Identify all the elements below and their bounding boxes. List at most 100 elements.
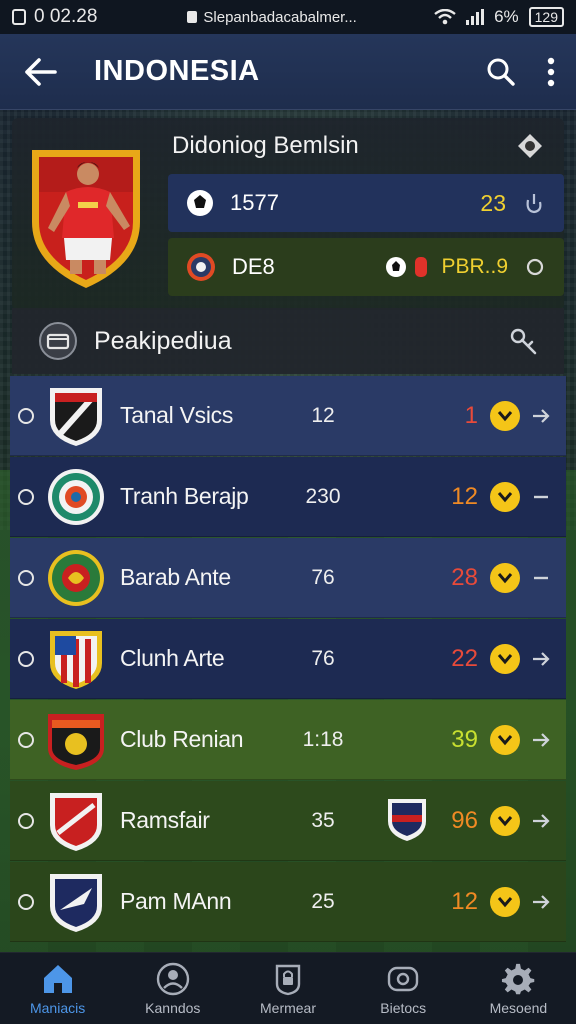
profile-icon bbox=[156, 962, 189, 995]
team-value: 76 bbox=[311, 646, 335, 670]
stat-score: 23 bbox=[480, 189, 506, 216]
team-badge-icon bbox=[50, 793, 102, 851]
team-score: 22 bbox=[451, 644, 478, 672]
team-badge-icon bbox=[48, 714, 104, 770]
arrow-right-icon[interactable] bbox=[530, 810, 552, 832]
arrow-right-icon[interactable] bbox=[530, 405, 552, 427]
radio-button[interactable] bbox=[18, 650, 34, 667]
notification-icon bbox=[12, 9, 26, 25]
team-score: 96 bbox=[451, 806, 478, 834]
team-name: Ramsfair bbox=[120, 807, 210, 833]
radio-button[interactable] bbox=[18, 812, 34, 829]
team-name: Barab Ante bbox=[120, 564, 231, 590]
team-name: Tanal Vsics bbox=[120, 402, 234, 428]
ball-icon bbox=[386, 257, 407, 277]
home-icon bbox=[43, 964, 72, 993]
team-score: 12 bbox=[451, 887, 478, 915]
status-bar: 0 02.28 Slepanbadacabalmer... 6% 129 bbox=[0, 0, 576, 34]
team-badge-icon bbox=[48, 469, 104, 525]
radio-button[interactable] bbox=[18, 569, 34, 586]
team-value: 25 bbox=[311, 889, 335, 913]
team-score: 1 bbox=[464, 401, 478, 429]
radio-button[interactable] bbox=[18, 407, 34, 424]
app-bar: INDONESIA bbox=[0, 34, 576, 110]
player-stat-row: DE8 PBR..9 bbox=[168, 238, 564, 296]
more-options-icon[interactable] bbox=[546, 57, 556, 87]
stat-code: PBR..9 bbox=[441, 255, 508, 278]
nav-settings[interactable]: Mesoend bbox=[461, 953, 576, 1024]
arrow-right-icon[interactable] bbox=[530, 648, 552, 670]
arrow-right-icon[interactable] bbox=[530, 729, 552, 751]
team-value: 1:18 bbox=[302, 727, 344, 751]
section-header: Peakipediua bbox=[12, 308, 564, 374]
card-icon bbox=[415, 257, 428, 277]
chevron-down-icon[interactable] bbox=[490, 724, 520, 755]
refresh-icon[interactable] bbox=[522, 191, 546, 215]
team-name: Pam MAnn bbox=[120, 888, 232, 914]
team-row[interactable]: Ramsfair 35 96 bbox=[10, 781, 566, 861]
team-row[interactable]: Club Renian 1:18 39 bbox=[10, 700, 566, 780]
team-score: 12 bbox=[451, 482, 478, 510]
stat-value: DE8 bbox=[232, 254, 275, 279]
team-name: Tranh Berajp bbox=[120, 483, 249, 509]
battery-percent: 6% bbox=[494, 7, 519, 26]
nav-label: Mesoend bbox=[489, 999, 548, 1016]
section-title: Peakipediua bbox=[94, 326, 232, 355]
signal-icon bbox=[466, 9, 485, 25]
nav-home[interactable]: Maniacis bbox=[0, 953, 115, 1024]
page-title: INDONESIA bbox=[94, 55, 260, 87]
minus-icon[interactable] bbox=[530, 567, 552, 589]
team-name: Club Renian bbox=[120, 726, 244, 752]
nav-label: Bietocs bbox=[380, 999, 427, 1016]
club-emblem-icon bbox=[187, 253, 215, 281]
eye-icon bbox=[388, 966, 419, 991]
folder-icon bbox=[39, 322, 77, 360]
nav-lock[interactable]: Mermear bbox=[230, 953, 345, 1024]
team-row[interactable]: Clunh Arte 76 22 bbox=[10, 619, 566, 699]
player-stat-row: 1577 23 bbox=[168, 174, 564, 232]
lock-icon bbox=[187, 11, 198, 23]
nav-label: Maniacis bbox=[29, 999, 86, 1016]
team-row[interactable]: Barab Ante 76 28 bbox=[10, 538, 566, 618]
team-badge-icon bbox=[48, 550, 104, 606]
radio-button[interactable] bbox=[18, 731, 34, 748]
team-row[interactable]: Pam MAnn 25 12 bbox=[10, 862, 566, 942]
refresh-icon[interactable] bbox=[524, 256, 546, 278]
chevron-down-icon[interactable] bbox=[490, 886, 520, 917]
player-profile-card[interactable]: Didoniog Bemlsin 1577 23 DE8 PBR..9 bbox=[12, 118, 564, 310]
gear-icon bbox=[502, 963, 535, 994]
nav-watch[interactable]: Bietocs bbox=[346, 953, 461, 1024]
nav-label: Mermear bbox=[260, 999, 317, 1016]
radio-button[interactable] bbox=[18, 893, 34, 910]
chevron-down-icon[interactable] bbox=[490, 805, 520, 836]
status-url: Slepanbadacabalmer... bbox=[203, 8, 357, 26]
team-score: 39 bbox=[451, 725, 478, 753]
bottom-navigation: Maniacis Kanndos Mermear Bietocs Mesoend bbox=[0, 952, 576, 1024]
team-badge-icon bbox=[50, 631, 102, 689]
player-crest-image bbox=[32, 150, 140, 288]
lock-icon bbox=[275, 964, 301, 995]
team-score: 28 bbox=[451, 563, 478, 591]
team-name: Clunh Arte bbox=[120, 645, 225, 671]
team-badge-icon bbox=[50, 874, 102, 932]
chevron-down-icon[interactable] bbox=[490, 481, 520, 512]
info-badge-icon[interactable] bbox=[516, 132, 544, 160]
player-name: Didoniog Bemlsin bbox=[172, 132, 359, 159]
ball-icon bbox=[187, 190, 213, 216]
opponent-crest-icon bbox=[388, 799, 426, 841]
chevron-down-icon[interactable] bbox=[490, 562, 520, 593]
team-row[interactable]: Tanal Vsics 12 1 bbox=[10, 376, 566, 456]
team-row[interactable]: Tranh Berajp 230 12 bbox=[10, 457, 566, 537]
tools-icon[interactable] bbox=[508, 326, 538, 356]
radio-button[interactable] bbox=[18, 488, 34, 505]
minus-icon[interactable] bbox=[530, 486, 552, 508]
search-icon[interactable] bbox=[486, 57, 516, 87]
nav-label: Kanndos bbox=[145, 999, 201, 1016]
chevron-down-icon[interactable] bbox=[490, 643, 520, 674]
back-arrow-icon[interactable] bbox=[20, 52, 60, 92]
team-badge-icon bbox=[50, 388, 102, 446]
team-value: 12 bbox=[311, 403, 335, 427]
chevron-down-icon[interactable] bbox=[490, 400, 520, 431]
arrow-right-icon[interactable] bbox=[530, 891, 552, 913]
nav-profile[interactable]: Kanndos bbox=[115, 953, 230, 1024]
